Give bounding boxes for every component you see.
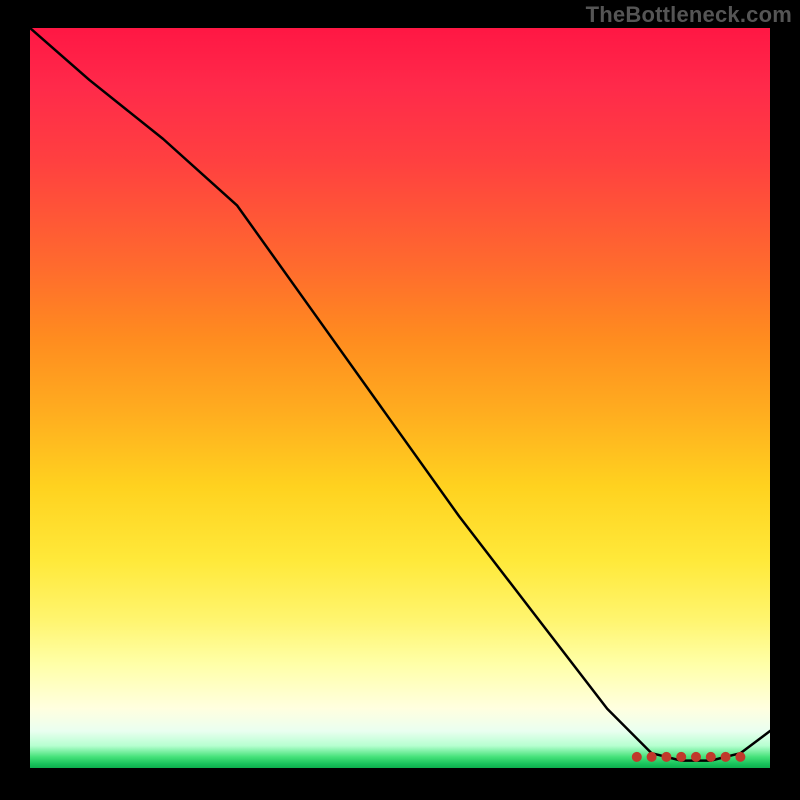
bottom-marker — [632, 752, 642, 762]
bottom-marker — [735, 752, 745, 762]
bottom-marker — [721, 752, 731, 762]
curve-path — [30, 28, 770, 761]
chart-svg — [30, 28, 770, 768]
bottom-marker — [676, 752, 686, 762]
bottom-marker — [706, 752, 716, 762]
chart-container: TheBottleneck.com — [0, 0, 800, 800]
bottom-marker — [661, 752, 671, 762]
bottom-marker — [647, 752, 657, 762]
plot-area — [30, 28, 770, 768]
bottom-marker — [691, 752, 701, 762]
watermark-text: TheBottleneck.com — [586, 2, 792, 28]
